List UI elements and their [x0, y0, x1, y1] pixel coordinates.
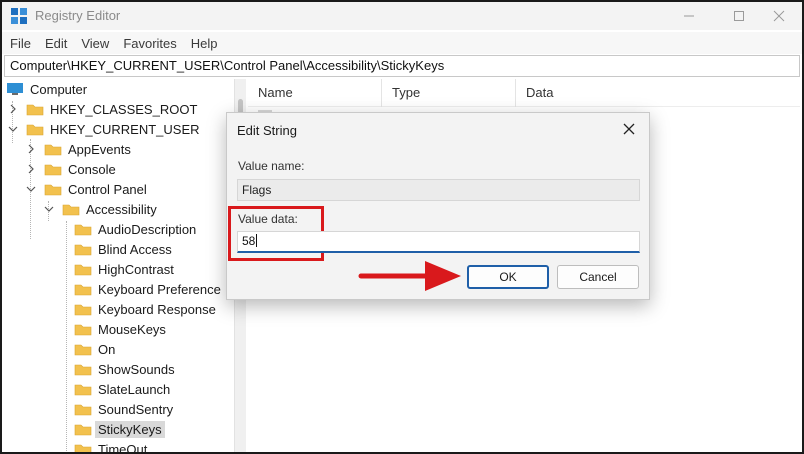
value-data-label: Value data: — [238, 212, 298, 226]
tree-label: StickyKeys — [95, 420, 165, 438]
folder-icon — [74, 242, 92, 256]
folder-icon — [74, 302, 92, 316]
chevron-right-icon[interactable] — [6, 102, 20, 116]
value-data-field[interactable]: 58 — [237, 231, 640, 253]
chevron-right-icon[interactable] — [24, 162, 38, 176]
tree-item-blind-access[interactable]: Blind Access — [74, 239, 172, 259]
edit-string-dialog: Edit String Value name: Flags Value data… — [226, 112, 650, 300]
tree-label: MouseKeys — [98, 321, 166, 337]
tree-item-mousekeys[interactable]: MouseKeys — [74, 319, 166, 339]
column-data[interactable]: Data — [516, 79, 800, 107]
tree-item-computer[interactable]: Computer — [6, 79, 87, 99]
chevron-down-icon[interactable] — [24, 182, 38, 196]
folder-icon — [44, 162, 62, 176]
folder-icon — [62, 202, 80, 216]
tree-label: HKEY_CLASSES_ROOT — [50, 101, 198, 117]
tree-label: HKEY_CURRENT_USER — [50, 121, 200, 137]
tree-label: Accessibility — [86, 201, 157, 217]
tree-label: TimeOut — [98, 441, 148, 454]
chevron-down-icon[interactable] — [42, 202, 56, 216]
column-type[interactable]: Type — [382, 79, 516, 107]
minimize-icon[interactable] — [666, 4, 712, 28]
title-bar: Registry Editor — [2, 2, 802, 30]
tree-item-hkcu[interactable]: HKEY_CURRENT_USER — [6, 119, 200, 139]
chevron-right-icon[interactable] — [24, 142, 38, 156]
folder-icon — [74, 222, 92, 236]
menu-favorites[interactable]: Favorites — [123, 36, 176, 51]
tree-label: HighContrast — [98, 261, 174, 277]
tree-label: AppEvents — [68, 141, 131, 157]
column-name[interactable]: Name — [248, 79, 382, 107]
folder-icon — [26, 122, 44, 136]
tree-item-timeout[interactable]: TimeOut — [74, 439, 148, 454]
folder-icon — [74, 382, 92, 396]
folder-icon — [74, 342, 92, 356]
tree-label: Control Panel — [68, 181, 147, 197]
folder-icon — [74, 422, 92, 436]
tree-item-control-panel[interactable]: Control Panel — [24, 179, 147, 199]
tree-item-hkcr[interactable]: HKEY_CLASSES_ROOT — [6, 99, 197, 119]
tree-item-highcontrast[interactable]: HighContrast — [74, 259, 174, 279]
folder-icon — [26, 102, 44, 116]
menu-view[interactable]: View — [81, 36, 109, 51]
menu-help[interactable]: Help — [191, 36, 218, 51]
chevron-down-icon[interactable] — [6, 122, 20, 136]
folder-icon — [74, 322, 92, 336]
arrow-annotation-icon — [357, 258, 467, 294]
tree-item-keyboard-response[interactable]: Keyboard Response — [74, 299, 216, 319]
folder-icon — [74, 402, 92, 416]
window-title: Registry Editor — [35, 8, 121, 23]
tree-item-stickykeys[interactable]: StickyKeys — [74, 419, 165, 439]
tree-item-soundsentry[interactable]: SoundSentry — [74, 399, 173, 419]
tree-item-accessibility[interactable]: Accessibility — [42, 199, 157, 219]
registry-app-icon — [11, 8, 27, 24]
menu-edit[interactable]: Edit — [45, 36, 67, 51]
menu-file[interactable]: File — [10, 36, 31, 51]
dialog-title: Edit String — [237, 123, 297, 138]
close-icon[interactable] — [615, 117, 643, 141]
registry-editor-window: Registry Editor File Edit View Favorites… — [0, 0, 804, 454]
column-header-row: Name Type Data — [248, 79, 800, 107]
close-icon[interactable] — [756, 4, 802, 28]
menu-bar: File Edit View Favorites Help — [2, 32, 802, 54]
tree-label: Keyboard Preference — [98, 281, 221, 297]
tree-item-slatelaunch[interactable]: SlateLaunch — [74, 379, 170, 399]
tree-label: Console — [68, 161, 116, 177]
tree-item-keyboard-preference[interactable]: Keyboard Preference — [74, 279, 221, 299]
tree-label: Keyboard Response — [98, 301, 216, 317]
folder-icon — [44, 182, 62, 196]
tree-item-on[interactable]: On — [74, 339, 115, 359]
folder-icon — [74, 442, 92, 452]
folder-icon — [74, 262, 92, 276]
tree-label: SlateLaunch — [98, 381, 171, 397]
value-data-text: 58 — [242, 234, 256, 248]
tree-item-showsounds[interactable]: ShowSounds — [74, 359, 175, 379]
tree-item-audiodescription[interactable]: AudioDescription — [74, 219, 196, 239]
tree-label: ShowSounds — [98, 361, 175, 377]
tree-label: SoundSentry — [98, 401, 174, 417]
ok-button[interactable]: OK — [467, 265, 549, 289]
tree-item-console[interactable]: Console — [24, 159, 116, 179]
computer-icon — [6, 82, 24, 96]
tree-label: AudioDescription — [98, 221, 197, 237]
tree-item-appevents[interactable]: AppEvents — [24, 139, 131, 159]
value-name-field[interactable]: Flags — [237, 179, 640, 201]
tree-label: Computer — [30, 81, 88, 97]
tree-label: On — [98, 341, 116, 357]
key-tree: Computer HKEY_CLASSES_ROOT HKEY_CURRENT_… — [2, 79, 234, 454]
value-name-label: Value name: — [238, 159, 305, 173]
address-bar[interactable]: Computer\HKEY_CURRENT_USER\Control Panel… — [4, 55, 800, 77]
text-caret — [256, 234, 258, 247]
folder-icon — [74, 282, 92, 296]
tree-label: Blind Access — [98, 241, 172, 257]
folder-icon — [74, 362, 92, 376]
folder-icon — [44, 142, 62, 156]
cancel-button[interactable]: Cancel — [557, 265, 639, 289]
